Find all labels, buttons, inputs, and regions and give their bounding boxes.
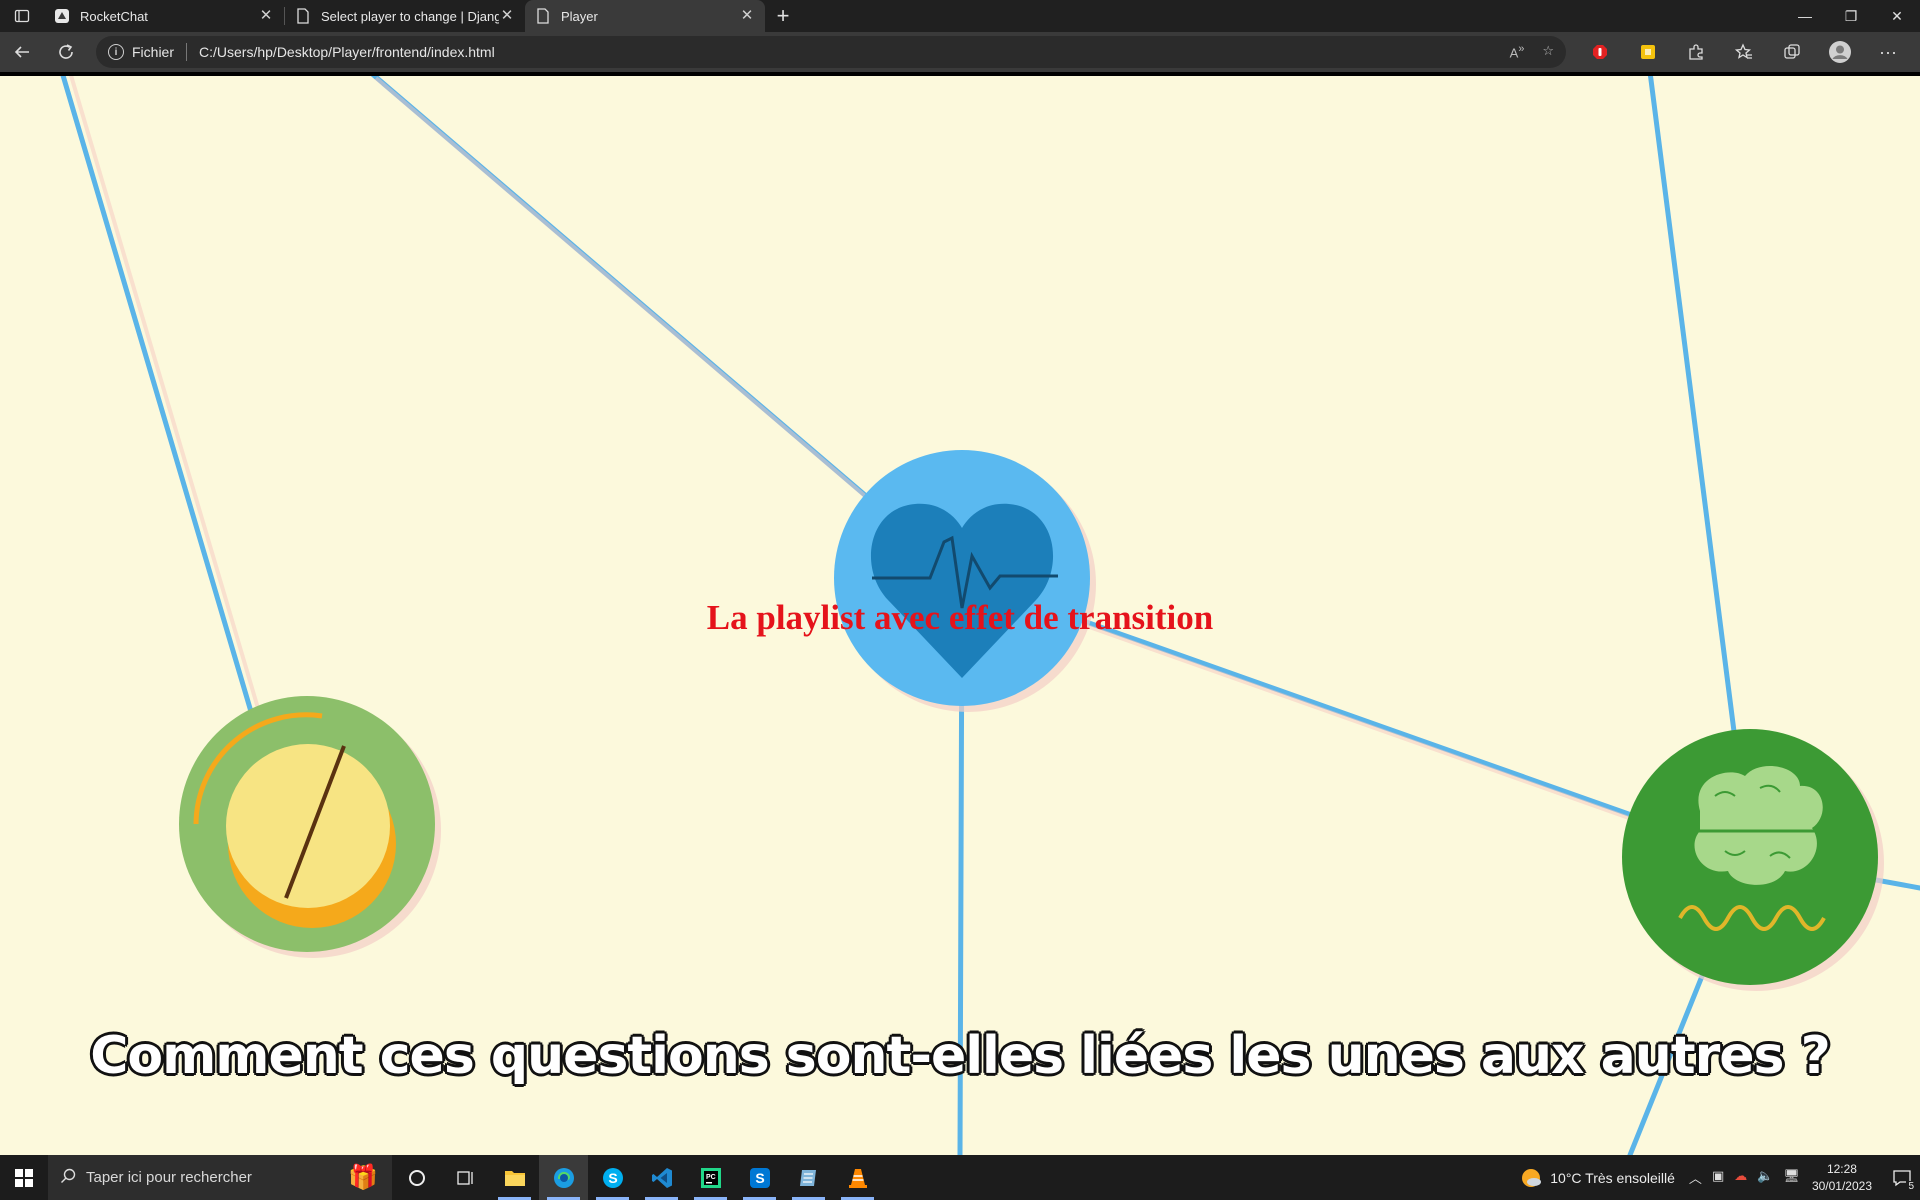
tab-actions-button[interactable]	[0, 0, 44, 32]
info-icon[interactable]: i	[108, 44, 124, 60]
cortana-icon	[408, 1169, 425, 1186]
network-icon[interactable]: 🖥	[1783, 1168, 1800, 1187]
edge-button[interactable]	[539, 1155, 588, 1200]
read-aloud-icon[interactable]: A»	[1510, 43, 1525, 60]
skype-icon: S	[602, 1167, 623, 1188]
close-window-icon[interactable]: ✕	[1874, 0, 1920, 32]
favorites-icon[interactable]	[1720, 32, 1768, 72]
task-view-icon	[456, 1170, 473, 1185]
skype-business-button[interactable]: S	[735, 1155, 784, 1200]
search-placeholder: Taper ici pour rechercher	[86, 1169, 252, 1186]
pill-node	[179, 696, 441, 958]
svg-text:S: S	[755, 1170, 764, 1186]
edge-icon	[553, 1167, 574, 1188]
notepad-button[interactable]	[784, 1155, 833, 1200]
clock-time: 12:28	[1826, 1161, 1857, 1176]
extensions-icon[interactable]	[1672, 32, 1720, 72]
clock[interactable]: 12:28 30/01/2023	[1812, 1161, 1872, 1195]
tab-title: Player	[561, 8, 598, 24]
pycharm-button[interactable]: PC	[686, 1155, 735, 1200]
gift-decoration-icon: 🎁	[348, 1164, 378, 1191]
reload-icon	[59, 44, 73, 59]
vlc-button[interactable]	[833, 1155, 882, 1200]
window-controls: — ❐ ✕	[1782, 0, 1920, 32]
more-menu-icon[interactable]: ···	[1864, 32, 1912, 72]
cortana-button[interactable]	[392, 1155, 441, 1200]
windows-taskbar: Taper ici pour rechercher 🎁 S PC S 10°C …	[0, 1155, 1920, 1200]
clock-date: 30/01/2023	[1811, 1178, 1872, 1193]
notes-extension-icon[interactable]	[1624, 32, 1672, 72]
address-bar[interactable]: i Fichier C:/Users/hp/Desktop/Player/fro…	[96, 36, 1566, 68]
system-tray: 10°C Très ensoleillé ︿ ▣ ☁ 🔈 🖥 12:28 30/…	[1520, 1155, 1920, 1200]
connection-line	[60, 76, 273, 779]
pill-icon	[226, 744, 390, 908]
page-viewport: La playlist avec effet de transition Com…	[0, 72, 1920, 1155]
tab-title: Select player to change | Django	[321, 8, 499, 24]
search-icon	[60, 1168, 76, 1188]
close-tab-icon[interactable]: ✕	[499, 8, 515, 24]
vscode-button[interactable]	[637, 1155, 686, 1200]
back-arrow-icon	[14, 46, 29, 58]
tab-title: RocketChat	[80, 8, 148, 24]
vlc-cone-icon	[848, 1168, 867, 1188]
restore-icon[interactable]: ❐	[1828, 0, 1874, 32]
windows-logo-icon	[15, 1168, 33, 1187]
taskbar-search[interactable]: Taper ici pour rechercher 🎁	[48, 1155, 392, 1200]
tab-rocketchat[interactable]: RocketChat ✕	[44, 0, 284, 32]
back-button[interactable]	[0, 32, 44, 72]
weather-sun-icon	[1522, 1168, 1542, 1187]
svg-text:PC: PC	[706, 1174, 716, 1181]
file-scheme-label: Fichier	[132, 44, 175, 60]
file-explorer-button[interactable]	[490, 1155, 539, 1200]
page-icon	[295, 8, 311, 24]
address-actions: A» ☆	[1510, 43, 1554, 60]
collections-icon[interactable]	[1768, 32, 1816, 72]
vscode-icon	[651, 1167, 672, 1188]
skype-icon: S	[749, 1167, 770, 1188]
close-tab-icon[interactable]: ✕	[739, 8, 755, 24]
tab-player[interactable]: Player ✕	[525, 0, 765, 32]
weather-widget[interactable]: 10°C Très ensoleillé	[1520, 1167, 1675, 1189]
notification-count: 5	[1906, 1181, 1916, 1192]
page-title: La playlist avec effet de transition	[706, 598, 1214, 637]
page-icon	[535, 8, 551, 24]
tab-actions-icon	[14, 9, 30, 23]
browser-toolbar: i Fichier C:/Users/hp/Desktop/Player/fro…	[0, 32, 1920, 72]
start-button[interactable]	[0, 1155, 48, 1200]
tab-bar: RocketChat ✕ Select player to change | D…	[0, 0, 1920, 32]
new-tab-button[interactable]: +	[765, 0, 801, 32]
profile-avatar-icon[interactable]	[1816, 32, 1864, 72]
url-text[interactable]: C:/Users/hp/Desktop/Player/frontend/inde…	[199, 44, 495, 60]
extension-bar: ···	[1576, 32, 1912, 72]
task-view-button[interactable]	[441, 1155, 490, 1200]
folder-icon	[504, 1170, 525, 1186]
add-favorite-icon[interactable]: ☆	[1542, 43, 1554, 60]
adblock-extension-icon[interactable]	[1576, 32, 1624, 72]
pycharm-icon: PC	[700, 1167, 721, 1188]
show-hidden-icons-icon[interactable]: ︿	[1689, 1168, 1702, 1187]
address-divider	[186, 43, 188, 61]
meet-now-icon[interactable]: ▣	[1712, 1168, 1724, 1187]
minimize-icon[interactable]: —	[1782, 0, 1828, 32]
tab-django[interactable]: Select player to change | Django ✕	[285, 0, 525, 32]
onedrive-error-icon[interactable]: ☁	[1734, 1168, 1747, 1187]
close-tab-icon[interactable]: ✕	[258, 8, 274, 24]
heart-node	[834, 450, 1096, 712]
volume-icon[interactable]: 🔈	[1757, 1168, 1773, 1187]
notification-center-button[interactable]: 5	[1884, 1155, 1920, 1200]
notepad-icon	[799, 1169, 816, 1186]
rocketchat-icon	[54, 8, 70, 24]
svg-text:S: S	[608, 1170, 617, 1186]
brain-node	[1622, 729, 1884, 991]
reload-button[interactable]	[44, 32, 88, 72]
weather-text: 10°C Très ensoleillé	[1550, 1169, 1675, 1186]
skype-button[interactable]: S	[588, 1155, 637, 1200]
video-subtitle: Comment ces questions sont-elles liées l…	[90, 1026, 1831, 1086]
tray-icons: ︿ ▣ ☁ 🔈 🖥	[1689, 1168, 1800, 1187]
